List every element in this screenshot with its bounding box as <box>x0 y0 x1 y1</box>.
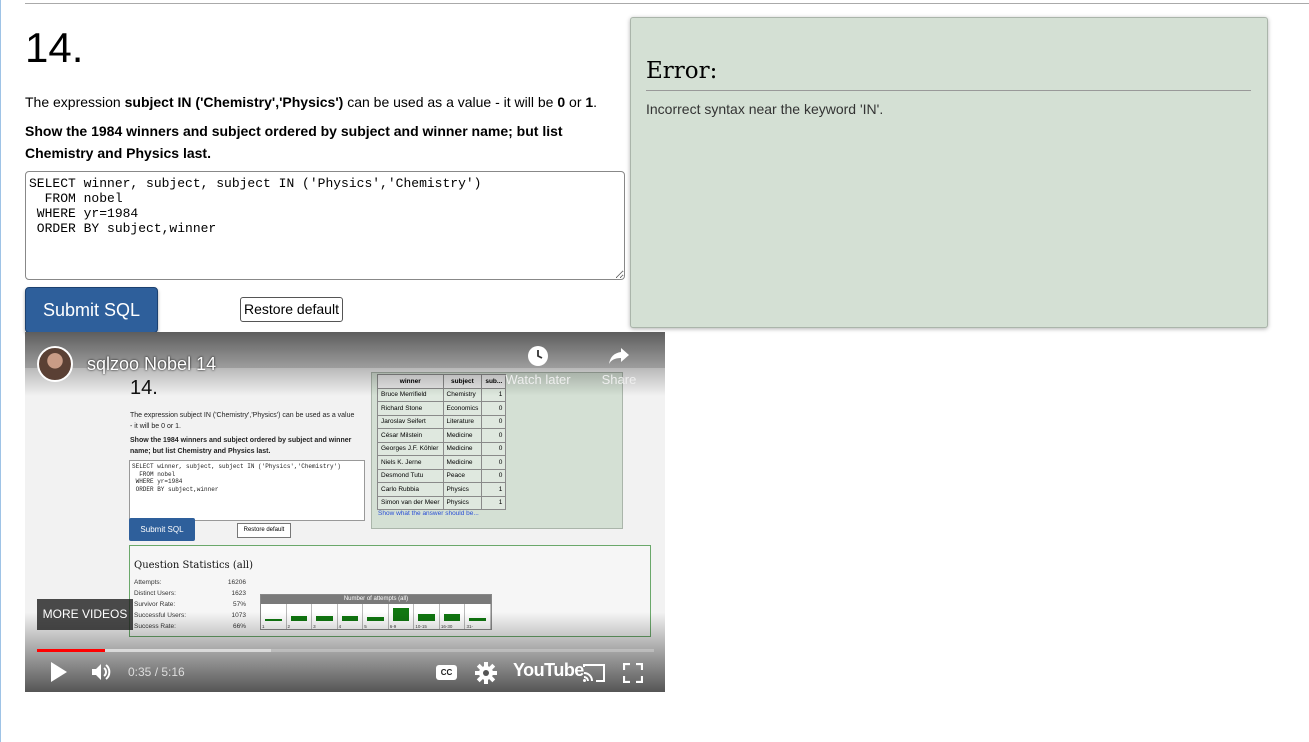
error-message: Incorrect syntax near the keyword 'IN'. <box>646 101 884 117</box>
frame-table-row: Simon van der Meer Physics 1 <box>377 495 507 510</box>
frame-sql: SELECT winner, subject, subject IN ('Phy… <box>129 460 365 521</box>
top-divider <box>25 3 1309 4</box>
frame-table-row: Richard Stone Economics 0 <box>377 401 507 416</box>
frame-stat-row: Attempts: 16206 <box>134 577 246 588</box>
frame-table-cell: Physics <box>442 482 483 497</box>
frame-table-row: Niels K. Jerne Medicine 0 <box>377 455 507 470</box>
frame-table-cell: Medicine <box>442 455 483 470</box>
frame-restore-button: Restore default <box>237 523 291 538</box>
frame-intro: The expression subject IN ('Chemistry','… <box>130 412 355 430</box>
frame-table-row: Jaroslav Seifert Literature 0 <box>377 414 507 429</box>
frame-table-row: César Milstein Medicine 0 <box>377 428 507 443</box>
channel-avatar[interactable] <box>37 346 73 382</box>
cast-icon[interactable] <box>582 663 606 683</box>
frame-table-cell: Economics <box>442 401 483 416</box>
frame-table-cell: 0 <box>481 468 507 483</box>
frame-table-cell: Jaroslav Seifert <box>377 414 444 429</box>
intro-one: 1 <box>585 94 594 110</box>
frame-table-cell: Peace <box>442 468 483 483</box>
frame-stat-row: Survivor Rate: 57% <box>134 599 246 610</box>
question-task: Show the 1984 winners and subject ordere… <box>25 123 563 161</box>
sql-editor[interactable]: SELECT winner, subject, subject IN ('Phy… <box>25 171 625 280</box>
frame-table-cell: Carlo Rubbia <box>377 482 444 497</box>
frame-table-cell: Literature <box>442 414 483 429</box>
frame-submit-button: Submit SQL <box>129 518 195 541</box>
frame-table-cell: 1 <box>481 495 507 510</box>
frame-task: Show the 1984 winners and subject ordere… <box>130 437 352 455</box>
frame-table-cell: Medicine <box>442 441 483 456</box>
frame-show-answer-link: Show what the answer should be... <box>378 510 479 517</box>
submit-sql-button[interactable]: Submit SQL <box>25 287 158 333</box>
frame-table-cell: Georges J.F. Köhler <box>377 441 444 456</box>
frame-table-row: Carlo Rubbia Physics 1 <box>377 482 507 497</box>
video-progress-bar[interactable] <box>37 649 654 652</box>
video-player[interactable]: 14. The expression subject IN ('Chemistr… <box>25 332 665 692</box>
left-border <box>0 0 1 742</box>
intro-text: The expression <box>25 94 125 110</box>
youtube-logo[interactable]: YouTube <box>513 660 584 681</box>
frame-table-cell: Niels K. Jerne <box>377 455 444 470</box>
intro-expression: subject IN ('Chemistry','Physics') <box>124 94 344 110</box>
share-label: Share <box>601 372 637 387</box>
intro-text: or <box>565 94 586 110</box>
frame-table-cell: 0 <box>481 414 507 429</box>
share-arrow-icon <box>609 348 629 364</box>
intro-text: . <box>593 94 598 110</box>
watch-later-button[interactable]: Watch later <box>503 346 573 387</box>
intro-zero: 0 <box>557 94 566 110</box>
frame-table-row: Georges J.F. Köhler Medicine 0 <box>377 441 507 456</box>
progress-played <box>37 649 106 652</box>
frame-table-cell: Medicine <box>442 428 483 443</box>
frame-stat-value: 16206 <box>227 579 246 586</box>
frame-table-cell: Simon van der Meer <box>377 495 444 510</box>
frame-table-cell: Physics <box>442 495 483 510</box>
frame-table-cell: 0 <box>481 401 507 416</box>
error-title: Error: <box>646 58 718 84</box>
settings-gear-icon[interactable] <box>475 662 497 684</box>
frame-stat-label: Survivor Rate: <box>134 601 176 608</box>
question-number: 14. <box>25 24 84 71</box>
frame-table-cell: 0 <box>481 441 507 456</box>
frame-table-cell: César Milstein <box>377 428 444 443</box>
watch-later-label: Watch later <box>505 372 571 387</box>
frame-table-cell: 1 <box>481 482 507 497</box>
frame-stat-row: Distinct Users: 1623 <box>134 588 246 599</box>
frame-stats-title: Question Statistics (all) <box>134 560 254 571</box>
frame-histogram-title: Number of attempts (all) <box>261 595 491 604</box>
intro-text: can be used as a value - it will be <box>343 94 558 110</box>
frame-table-cell: Richard Stone <box>377 401 444 416</box>
frame-stat-value: 57% <box>232 601 246 608</box>
frame-stat-value: 1623 <box>231 590 246 597</box>
question-intro: The expression subject IN ('Chemistry','… <box>25 94 597 110</box>
frame-stat-label: Distinct Users: <box>134 590 176 597</box>
frame-table-cell: Desmond Tutu <box>377 468 444 483</box>
video-time: 0:35 / 5:16 <box>128 665 185 679</box>
captions-icon[interactable]: CC <box>436 665 457 680</box>
error-divider <box>646 90 1251 91</box>
frame-table-cell: 0 <box>481 455 507 470</box>
frame-table-row: Desmond Tutu Peace 0 <box>377 468 507 483</box>
clock-icon <box>528 346 548 366</box>
frame-stat-label: Attempts: <box>134 579 162 586</box>
error-panel: Error: Incorrect syntax near the keyword… <box>630 17 1268 328</box>
video-title[interactable]: sqlzoo Nobel 14 <box>87 354 216 375</box>
frame-table-cell: 0 <box>481 428 507 443</box>
more-videos-button[interactable]: MORE VIDEOS <box>37 599 133 630</box>
restore-default-button[interactable]: Restore default <box>240 297 343 322</box>
play-icon[interactable] <box>51 662 67 682</box>
share-button[interactable]: Share <box>599 346 639 387</box>
fullscreen-icon[interactable] <box>623 663 643 683</box>
volume-icon[interactable] <box>91 662 113 682</box>
